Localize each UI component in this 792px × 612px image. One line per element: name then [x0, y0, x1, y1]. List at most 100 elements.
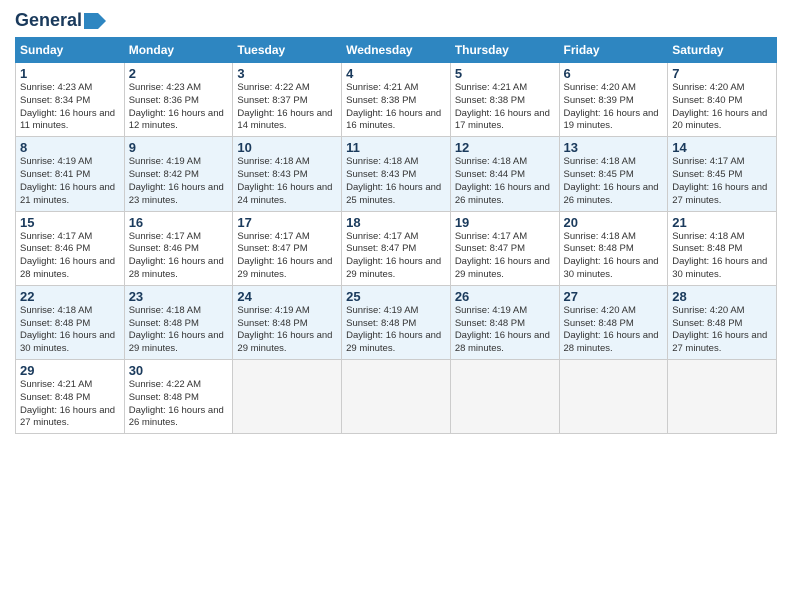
day-info: Sunrise: 4:19 AMSunset: 8:41 PMDaylight:…	[20, 156, 120, 207]
day-number: 21	[672, 215, 772, 230]
day-info: Sunrise: 4:21 AMSunset: 8:48 PMDaylight:…	[20, 379, 120, 430]
calendar-cell: 1 Sunrise: 4:23 AMSunset: 8:34 PMDayligh…	[16, 63, 125, 137]
day-number: 30	[129, 363, 229, 378]
calendar-cell: 13 Sunrise: 4:18 AMSunset: 8:45 PMDaylig…	[559, 137, 668, 211]
week-row-1: 1 Sunrise: 4:23 AMSunset: 8:34 PMDayligh…	[16, 63, 777, 137]
calendar-cell: 23 Sunrise: 4:18 AMSunset: 8:48 PMDaylig…	[124, 285, 233, 359]
calendar-cell: 2 Sunrise: 4:23 AMSunset: 8:36 PMDayligh…	[124, 63, 233, 137]
day-info: Sunrise: 4:19 AMSunset: 8:48 PMDaylight:…	[346, 305, 446, 356]
calendar-cell: 19 Sunrise: 4:17 AMSunset: 8:47 PMDaylig…	[450, 211, 559, 285]
day-number: 10	[237, 140, 337, 155]
day-info: Sunrise: 4:18 AMSunset: 8:48 PMDaylight:…	[129, 305, 229, 356]
day-number: 15	[20, 215, 120, 230]
week-row-4: 22 Sunrise: 4:18 AMSunset: 8:48 PMDaylig…	[16, 285, 777, 359]
day-number: 29	[20, 363, 120, 378]
calendar-cell: 24 Sunrise: 4:19 AMSunset: 8:48 PMDaylig…	[233, 285, 342, 359]
logo-icon	[84, 13, 106, 29]
calendar-cell: 9 Sunrise: 4:19 AMSunset: 8:42 PMDayligh…	[124, 137, 233, 211]
weekday-header-wednesday: Wednesday	[342, 38, 451, 63]
day-number: 22	[20, 289, 120, 304]
day-info: Sunrise: 4:21 AMSunset: 8:38 PMDaylight:…	[346, 82, 446, 133]
logo-text-general: General	[15, 10, 82, 31]
calendar-cell: 11 Sunrise: 4:18 AMSunset: 8:43 PMDaylig…	[342, 137, 451, 211]
day-number: 2	[129, 66, 229, 81]
header: General	[15, 10, 777, 29]
day-info: Sunrise: 4:18 AMSunset: 8:44 PMDaylight:…	[455, 156, 555, 207]
day-info: Sunrise: 4:20 AMSunset: 8:48 PMDaylight:…	[564, 305, 664, 356]
calendar-cell: 3 Sunrise: 4:22 AMSunset: 8:37 PMDayligh…	[233, 63, 342, 137]
day-info: Sunrise: 4:20 AMSunset: 8:48 PMDaylight:…	[672, 305, 772, 356]
calendar-cell	[342, 360, 451, 434]
day-info: Sunrise: 4:18 AMSunset: 8:43 PMDaylight:…	[237, 156, 337, 207]
day-number: 7	[672, 66, 772, 81]
day-info: Sunrise: 4:19 AMSunset: 8:42 PMDaylight:…	[129, 156, 229, 207]
calendar-cell: 12 Sunrise: 4:18 AMSunset: 8:44 PMDaylig…	[450, 137, 559, 211]
day-info: Sunrise: 4:18 AMSunset: 8:45 PMDaylight:…	[564, 156, 664, 207]
day-number: 19	[455, 215, 555, 230]
day-number: 27	[564, 289, 664, 304]
day-info: Sunrise: 4:22 AMSunset: 8:48 PMDaylight:…	[129, 379, 229, 430]
day-info: Sunrise: 4:19 AMSunset: 8:48 PMDaylight:…	[237, 305, 337, 356]
day-number: 13	[564, 140, 664, 155]
calendar-cell: 14 Sunrise: 4:17 AMSunset: 8:45 PMDaylig…	[668, 137, 777, 211]
calendar-cell	[668, 360, 777, 434]
calendar-cell: 7 Sunrise: 4:20 AMSunset: 8:40 PMDayligh…	[668, 63, 777, 137]
weekday-header-row: SundayMondayTuesdayWednesdayThursdayFrid…	[16, 38, 777, 63]
day-info: Sunrise: 4:18 AMSunset: 8:48 PMDaylight:…	[672, 231, 772, 282]
day-number: 9	[129, 140, 229, 155]
day-number: 24	[237, 289, 337, 304]
day-info: Sunrise: 4:21 AMSunset: 8:38 PMDaylight:…	[455, 82, 555, 133]
week-row-5: 29 Sunrise: 4:21 AMSunset: 8:48 PMDaylig…	[16, 360, 777, 434]
calendar-cell: 6 Sunrise: 4:20 AMSunset: 8:39 PMDayligh…	[559, 63, 668, 137]
calendar-cell: 18 Sunrise: 4:17 AMSunset: 8:47 PMDaylig…	[342, 211, 451, 285]
calendar-cell: 25 Sunrise: 4:19 AMSunset: 8:48 PMDaylig…	[342, 285, 451, 359]
day-info: Sunrise: 4:23 AMSunset: 8:36 PMDaylight:…	[129, 82, 229, 133]
week-row-3: 15 Sunrise: 4:17 AMSunset: 8:46 PMDaylig…	[16, 211, 777, 285]
logo: General	[15, 10, 106, 29]
day-info: Sunrise: 4:19 AMSunset: 8:48 PMDaylight:…	[455, 305, 555, 356]
calendar-cell: 20 Sunrise: 4:18 AMSunset: 8:48 PMDaylig…	[559, 211, 668, 285]
day-number: 3	[237, 66, 337, 81]
day-info: Sunrise: 4:17 AMSunset: 8:47 PMDaylight:…	[346, 231, 446, 282]
day-number: 6	[564, 66, 664, 81]
calendar-cell: 4 Sunrise: 4:21 AMSunset: 8:38 PMDayligh…	[342, 63, 451, 137]
day-number: 17	[237, 215, 337, 230]
day-number: 23	[129, 289, 229, 304]
day-info: Sunrise: 4:20 AMSunset: 8:39 PMDaylight:…	[564, 82, 664, 133]
weekday-header-tuesday: Tuesday	[233, 38, 342, 63]
day-number: 1	[20, 66, 120, 81]
day-number: 25	[346, 289, 446, 304]
calendar-cell	[559, 360, 668, 434]
day-number: 12	[455, 140, 555, 155]
calendar-cell: 26 Sunrise: 4:19 AMSunset: 8:48 PMDaylig…	[450, 285, 559, 359]
day-info: Sunrise: 4:17 AMSunset: 8:47 PMDaylight:…	[237, 231, 337, 282]
calendar-cell: 17 Sunrise: 4:17 AMSunset: 8:47 PMDaylig…	[233, 211, 342, 285]
day-info: Sunrise: 4:18 AMSunset: 8:48 PMDaylight:…	[20, 305, 120, 356]
calendar-cell: 8 Sunrise: 4:19 AMSunset: 8:41 PMDayligh…	[16, 137, 125, 211]
day-info: Sunrise: 4:20 AMSunset: 8:40 PMDaylight:…	[672, 82, 772, 133]
calendar-cell: 27 Sunrise: 4:20 AMSunset: 8:48 PMDaylig…	[559, 285, 668, 359]
day-number: 14	[672, 140, 772, 155]
calendar-cell: 5 Sunrise: 4:21 AMSunset: 8:38 PMDayligh…	[450, 63, 559, 137]
day-info: Sunrise: 4:23 AMSunset: 8:34 PMDaylight:…	[20, 82, 120, 133]
day-number: 8	[20, 140, 120, 155]
calendar-cell	[233, 360, 342, 434]
day-number: 4	[346, 66, 446, 81]
weekday-header-thursday: Thursday	[450, 38, 559, 63]
week-row-2: 8 Sunrise: 4:19 AMSunset: 8:41 PMDayligh…	[16, 137, 777, 211]
weekday-header-sunday: Sunday	[16, 38, 125, 63]
calendar-cell: 28 Sunrise: 4:20 AMSunset: 8:48 PMDaylig…	[668, 285, 777, 359]
calendar-cell: 16 Sunrise: 4:17 AMSunset: 8:46 PMDaylig…	[124, 211, 233, 285]
calendar-cell: 29 Sunrise: 4:21 AMSunset: 8:48 PMDaylig…	[16, 360, 125, 434]
page-container: General SundayMondayTuesdayWednesdayThur…	[0, 0, 792, 444]
day-info: Sunrise: 4:17 AMSunset: 8:45 PMDaylight:…	[672, 156, 772, 207]
day-info: Sunrise: 4:17 AMSunset: 8:46 PMDaylight:…	[20, 231, 120, 282]
calendar-cell: 10 Sunrise: 4:18 AMSunset: 8:43 PMDaylig…	[233, 137, 342, 211]
calendar-table: SundayMondayTuesdayWednesdayThursdayFrid…	[15, 37, 777, 434]
day-number: 20	[564, 215, 664, 230]
weekday-header-friday: Friday	[559, 38, 668, 63]
day-number: 5	[455, 66, 555, 81]
calendar-cell: 21 Sunrise: 4:18 AMSunset: 8:48 PMDaylig…	[668, 211, 777, 285]
weekday-header-monday: Monday	[124, 38, 233, 63]
day-number: 26	[455, 289, 555, 304]
